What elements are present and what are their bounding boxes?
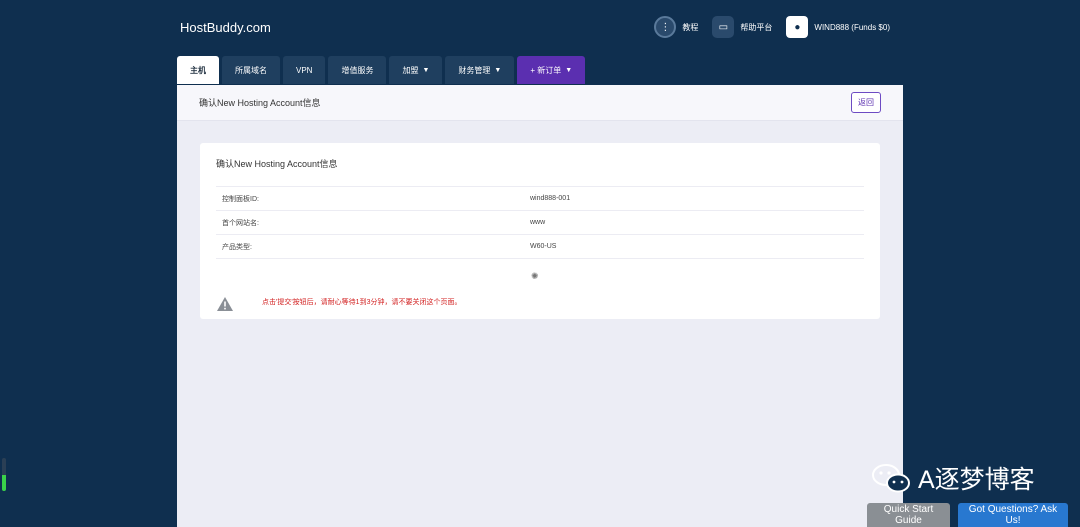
- warning-icon: [217, 297, 233, 311]
- table-row: 产品类型: W60-US: [216, 234, 864, 259]
- user-icon: ●: [786, 16, 809, 38]
- row-label: 产品类型:: [216, 234, 529, 259]
- tab-label: 增值服务: [341, 65, 374, 75]
- row-value: www: [529, 210, 864, 235]
- tab-affiliate[interactable]: 加盟 ▼: [389, 56, 443, 84]
- tab-billing[interactable]: 财务管理 ▼: [445, 56, 515, 84]
- tab-domains[interactable]: 所属域名: [222, 56, 280, 84]
- tutorial-label: 教程: [682, 22, 699, 32]
- watermark-text: A逐梦博客: [918, 466, 1035, 494]
- tab-hosting[interactable]: 主机: [177, 56, 219, 84]
- help-platform-label: 帮助平台: [740, 22, 773, 32]
- content-panel: 确认New Hosting Account信息 返回 确认New Hosting…: [177, 85, 903, 527]
- tab-label: 财务管理: [458, 65, 491, 75]
- chat-icon: ▭: [712, 16, 735, 38]
- chevron-down-icon: ▼: [422, 66, 430, 74]
- wechat-icon: [872, 464, 910, 493]
- tab-label: 加盟: [402, 65, 419, 75]
- loading-spinner-icon: ✺: [531, 271, 539, 281]
- row-value: wind888-001: [529, 186, 864, 211]
- account-label: WIND888 (Funds $0): [814, 22, 890, 32]
- account-info-table: 控制面板ID: wind888-001 首个网站名: www 产品类型: W60…: [216, 186, 864, 259]
- ask-us-button[interactable]: Got Questions? Ask Us!: [958, 503, 1068, 527]
- tab-label: 所属域名: [235, 65, 267, 75]
- page-title: 确认New Hosting Account信息: [199, 98, 321, 108]
- tab-label: 主机: [190, 65, 206, 75]
- panel-header: 确认New Hosting Account信息 返回: [177, 85, 903, 121]
- help-platform-link[interactable]: ▭ 帮助平台: [712, 16, 772, 38]
- brand-logo[interactable]: HostBuddy.com: [180, 20, 271, 35]
- chevron-down-icon: ▼: [494, 66, 502, 74]
- row-label: 首个网站名:: [216, 210, 529, 235]
- chevron-down-icon: ▼: [565, 66, 573, 74]
- tab-label: VPN: [296, 65, 313, 75]
- warning-message: 点击'提交'按钮后，请耐心等待1到3分钟，请不要关闭这个页面。: [262, 299, 462, 306]
- tab-addons[interactable]: 增值服务: [328, 56, 387, 84]
- tutorial-icon: ⋮: [654, 16, 677, 38]
- tab-label: + 新订单: [530, 65, 562, 75]
- watermark: A逐梦博客: [870, 460, 1035, 496]
- quick-start-button[interactable]: Quick Start Guide: [867, 503, 950, 527]
- top-nav: ⋮ 教程 ▭ 帮助平台 ● WIND888 (Funds $0): [654, 16, 890, 38]
- back-button[interactable]: 返回: [851, 92, 881, 113]
- table-row: 首个网站名: www: [216, 210, 864, 235]
- table-row: 控制面板ID: wind888-001: [216, 186, 864, 211]
- confirm-card: 确认New Hosting Account信息 控制面板ID: wind888-…: [200, 143, 880, 319]
- tab-new-order[interactable]: + 新订单 ▼: [517, 56, 586, 84]
- main-tabs: 主机 所属域名 VPN 增值服务 加盟 ▼ 财务管理 ▼ + 新订单 ▼: [177, 56, 586, 84]
- tab-vpn[interactable]: VPN: [283, 56, 326, 84]
- tutorial-link[interactable]: ⋮ 教程: [654, 16, 698, 38]
- row-label: 控制面板ID:: [216, 186, 529, 211]
- level-fill: [2, 474, 6, 491]
- card-title: 确认New Hosting Account信息: [216, 159, 338, 169]
- side-level-indicator: [2, 458, 6, 491]
- account-menu[interactable]: ● WIND888 (Funds $0): [786, 16, 890, 38]
- row-value: W60-US: [529, 234, 864, 259]
